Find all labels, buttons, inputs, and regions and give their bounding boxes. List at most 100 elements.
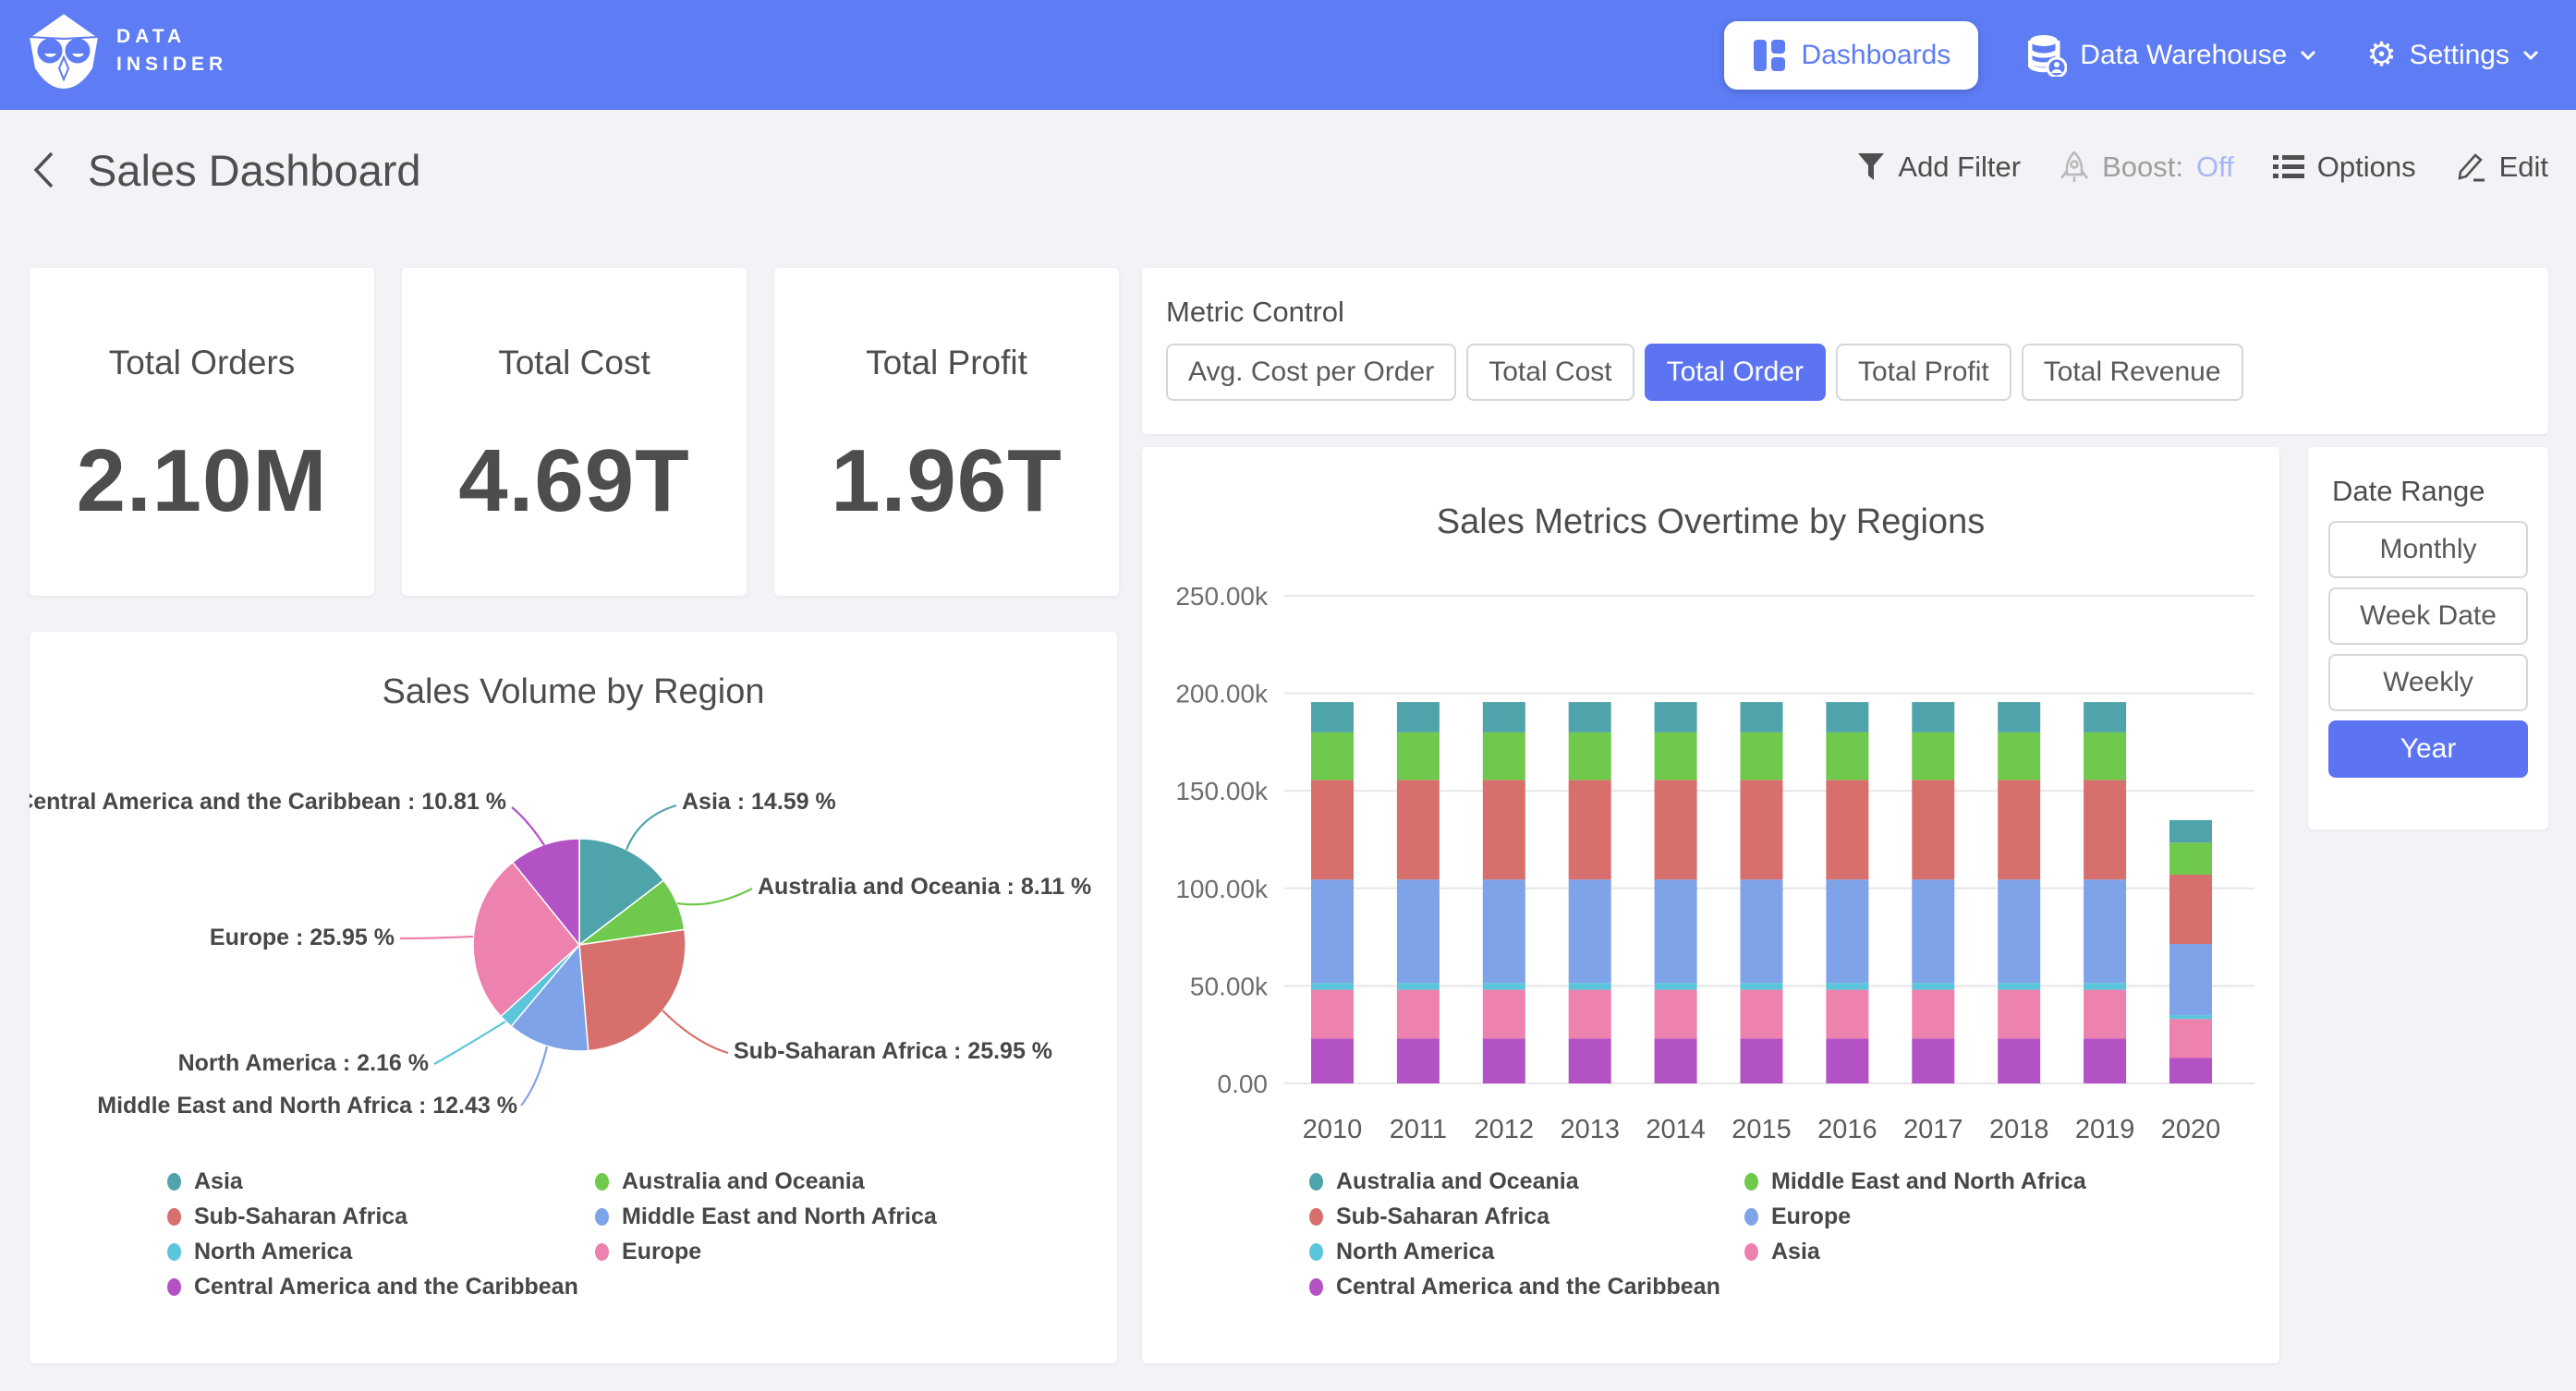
bar-segment-sub-saharan-africa-2012[interactable] <box>1483 780 1525 880</box>
bar-segment-australia-and-oceania-2016[interactable] <box>1826 702 1868 732</box>
edit-button[interactable]: Edit <box>2455 151 2548 184</box>
bar-segment-central-america-and-the-caribbean-2018[interactable] <box>1998 1038 2040 1083</box>
legend-item-europe[interactable]: Europe <box>1744 1199 2086 1234</box>
bar-segment-sub-saharan-africa-2018[interactable] <box>1998 780 2040 880</box>
bar-segment-asia-2019[interactable] <box>2084 990 2126 1039</box>
bar-segment-central-america-and-the-caribbean-2010[interactable] <box>1311 1038 1354 1083</box>
date-range-button-monthly[interactable]: Monthly <box>2328 521 2528 578</box>
bar-segment-central-america-and-the-caribbean-2019[interactable] <box>2084 1038 2126 1083</box>
options-button[interactable]: Options <box>2273 151 2416 184</box>
bar-segment-north-america-2015[interactable] <box>1741 983 1783 989</box>
bar-segment-australia-and-oceania-2019[interactable] <box>2084 702 2126 732</box>
bar-segment-australia-and-oceania-2014[interactable] <box>1655 702 1697 732</box>
bar-segment-sub-saharan-africa-2011[interactable] <box>1397 780 1440 880</box>
bar-segment-sub-saharan-africa-2010[interactable] <box>1311 780 1354 880</box>
bar-segment-australia-and-oceania-2020[interactable] <box>2169 820 2212 842</box>
bar-segment-central-america-and-the-caribbean-2017[interactable] <box>1912 1038 1954 1083</box>
bar-segment-middle-east-and-north-africa-2010[interactable] <box>1311 732 1354 780</box>
bar-segment-europe-2010[interactable] <box>1311 879 1354 983</box>
bar-segment-europe-2017[interactable] <box>1912 879 1954 983</box>
bar-segment-sub-saharan-africa-2019[interactable] <box>2084 780 2126 880</box>
date-range-button-year[interactable]: Year <box>2328 720 2528 778</box>
bar-segment-sub-saharan-africa-2017[interactable] <box>1912 780 1954 880</box>
legend-item-middle-east-and-north-africa[interactable]: Middle East and North Africa <box>1744 1164 2086 1199</box>
bar-segment-north-america-2013[interactable] <box>1569 983 1611 989</box>
bar-segment-australia-and-oceania-2018[interactable] <box>1998 702 2040 732</box>
bar-segment-north-america-2010[interactable] <box>1311 983 1354 989</box>
bar-segment-europe-2011[interactable] <box>1397 879 1440 983</box>
bar-segment-asia-2013[interactable] <box>1569 990 1611 1039</box>
metric-button-total-order[interactable]: Total Order <box>1645 344 1826 401</box>
bar-segment-australia-and-oceania-2012[interactable] <box>1483 702 1525 732</box>
bar-segment-north-america-2016[interactable] <box>1826 983 1868 989</box>
bar-segment-sub-saharan-africa-2014[interactable] <box>1655 780 1697 880</box>
legend-item-asia[interactable]: Asia <box>167 1164 595 1199</box>
nav-data-warehouse-button[interactable]: Data Warehouse <box>2028 34 2316 77</box>
legend-item-australia-and-oceania[interactable]: Australia and Oceania <box>1309 1164 1744 1199</box>
metric-button-total-cost[interactable]: Total Cost <box>1466 344 1634 401</box>
bar-segment-europe-2014[interactable] <box>1655 879 1697 983</box>
legend-item-sub-saharan-africa[interactable]: Sub-Saharan Africa <box>1309 1199 1744 1234</box>
legend-item-central-america-and-the-caribbean[interactable]: Central America and the Caribbean <box>1309 1269 1744 1304</box>
bar-segment-middle-east-and-north-africa-2015[interactable] <box>1741 732 1783 780</box>
bar-segment-europe-2015[interactable] <box>1741 879 1783 983</box>
bar-segment-europe-2013[interactable] <box>1569 879 1611 983</box>
metric-button-total-revenue[interactable]: Total Revenue <box>2022 344 2243 401</box>
bar-segment-asia-2010[interactable] <box>1311 990 1354 1039</box>
legend-item-europe[interactable]: Europe <box>595 1234 937 1269</box>
add-filter-button[interactable]: Add Filter <box>1857 151 2021 184</box>
bar-segment-asia-2012[interactable] <box>1483 990 1525 1039</box>
bar-segment-middle-east-and-north-africa-2014[interactable] <box>1655 732 1697 780</box>
bar-segment-europe-2019[interactable] <box>2084 879 2126 983</box>
bar-segment-north-america-2011[interactable] <box>1397 983 1440 989</box>
legend-item-sub-saharan-africa[interactable]: Sub-Saharan Africa <box>167 1199 595 1234</box>
bar-segment-central-america-and-the-caribbean-2016[interactable] <box>1826 1038 1868 1083</box>
date-range-button-weekly[interactable]: Weekly <box>2328 654 2528 711</box>
bar-segment-australia-and-oceania-2013[interactable] <box>1569 702 1611 732</box>
metric-button-total-profit[interactable]: Total Profit <box>1836 344 2011 401</box>
bar-segment-asia-2017[interactable] <box>1912 990 1954 1039</box>
pie-slice-sub-saharan-africa[interactable] <box>579 929 686 1050</box>
bar-segment-asia-2011[interactable] <box>1397 990 1440 1039</box>
back-chevron-button[interactable] <box>31 151 55 189</box>
bar-segment-sub-saharan-africa-2013[interactable] <box>1569 780 1611 880</box>
bar-segment-middle-east-and-north-africa-2012[interactable] <box>1483 732 1525 780</box>
bar-segment-central-america-and-the-caribbean-2015[interactable] <box>1741 1038 1783 1083</box>
legend-item-australia-and-oceania[interactable]: Australia and Oceania <box>595 1164 937 1199</box>
bar-segment-north-america-2019[interactable] <box>2084 983 2126 989</box>
nav-dashboards-button[interactable]: Dashboards <box>1724 21 1979 90</box>
bar-segment-north-america-2018[interactable] <box>1998 983 2040 989</box>
bar-segment-north-america-2017[interactable] <box>1912 983 1954 989</box>
bar-segment-sub-saharan-africa-2016[interactable] <box>1826 780 1868 880</box>
legend-item-central-america-and-the-caribbean[interactable]: Central America and the Caribbean <box>167 1269 595 1304</box>
legend-item-asia[interactable]: Asia <box>1744 1234 2086 1269</box>
bar-segment-sub-saharan-africa-2020[interactable] <box>2169 875 2212 944</box>
bar-segment-europe-2012[interactable] <box>1483 879 1525 983</box>
bar-segment-australia-and-oceania-2017[interactable] <box>1912 702 1954 732</box>
bar-segment-australia-and-oceania-2011[interactable] <box>1397 702 1440 732</box>
bar-segment-central-america-and-the-caribbean-2020[interactable] <box>2169 1058 2212 1084</box>
boost-toggle[interactable]: Boost: Off <box>2060 151 2234 184</box>
bar-segment-central-america-and-the-caribbean-2012[interactable] <box>1483 1038 1525 1083</box>
bar-segment-sub-saharan-africa-2015[interactable] <box>1741 780 1783 880</box>
bar-segment-middle-east-and-north-africa-2016[interactable] <box>1826 732 1868 780</box>
bar-segment-north-america-2020[interactable] <box>2169 1015 2212 1019</box>
bar-segment-europe-2018[interactable] <box>1998 879 2040 983</box>
bar-segment-middle-east-and-north-africa-2017[interactable] <box>1912 732 1954 780</box>
bar-segment-north-america-2014[interactable] <box>1655 983 1697 989</box>
legend-item-north-america[interactable]: North America <box>167 1234 595 1269</box>
bar-segment-asia-2015[interactable] <box>1741 990 1783 1039</box>
bar-segment-asia-2020[interactable] <box>2169 1019 2212 1058</box>
bar-segment-europe-2020[interactable] <box>2169 944 2212 1015</box>
legend-item-middle-east-and-north-africa[interactable]: Middle East and North Africa <box>595 1199 937 1234</box>
bar-segment-central-america-and-the-caribbean-2014[interactable] <box>1655 1038 1697 1083</box>
legend-item-north-america[interactable]: North America <box>1309 1234 1744 1269</box>
bar-segment-middle-east-and-north-africa-2019[interactable] <box>2084 732 2126 780</box>
bar-segment-australia-and-oceania-2015[interactable] <box>1741 702 1783 732</box>
bar-segment-middle-east-and-north-africa-2011[interactable] <box>1397 732 1440 780</box>
bar-segment-asia-2018[interactable] <box>1998 990 2040 1039</box>
bar-segment-middle-east-and-north-africa-2020[interactable] <box>2169 842 2212 875</box>
metric-button-avg-cost-per-order[interactable]: Avg. Cost per Order <box>1166 344 1456 401</box>
bar-segment-asia-2016[interactable] <box>1826 990 1868 1039</box>
bar-segment-central-america-and-the-caribbean-2011[interactable] <box>1397 1038 1440 1083</box>
